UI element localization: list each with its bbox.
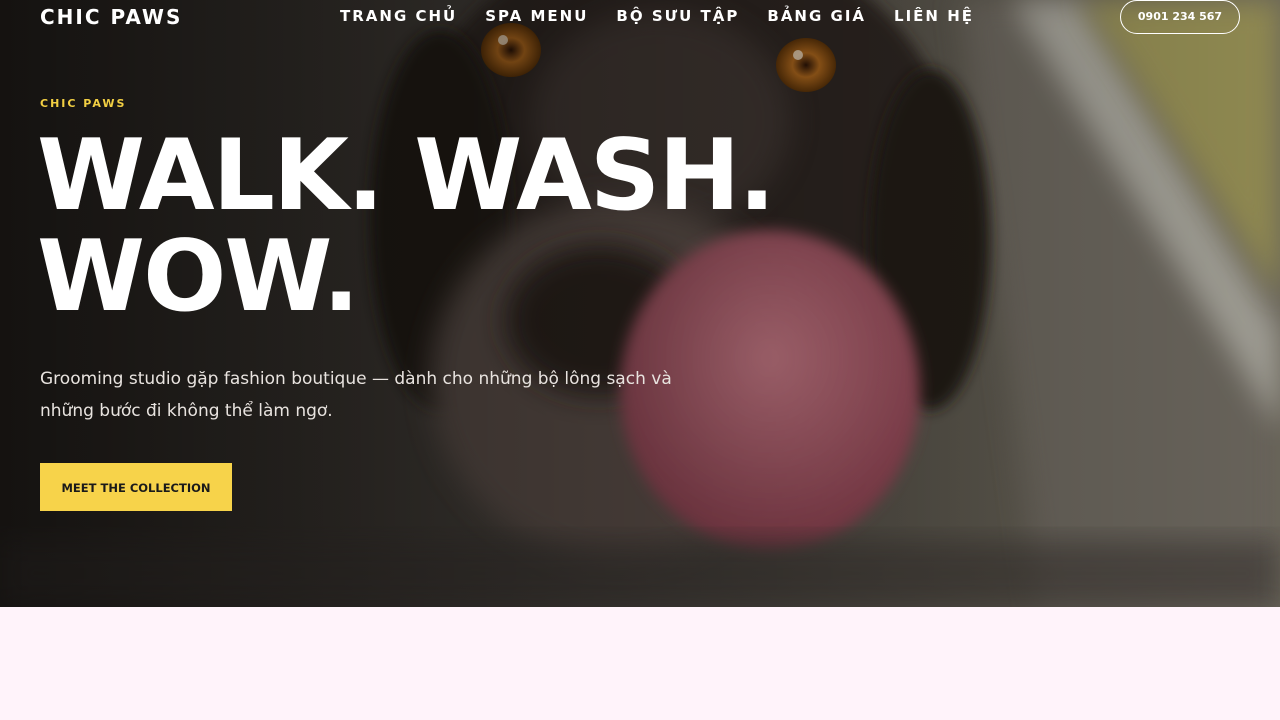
phone-button[interactable]: 0901 234 567	[1120, 0, 1240, 34]
hero-section: CHIC PAWS TRANG CHỦ SPA MENU BỘ SƯU TẬP …	[0, 0, 1280, 607]
nav-item-spa-menu[interactable]: SPA MENU	[485, 6, 588, 26]
nav-item-collection[interactable]: BỘ SƯU TẬP	[616, 6, 739, 26]
meet-collection-button[interactable]: MEET THE COLLECTION	[40, 463, 232, 511]
hero-eyebrow: CHIC PAWS	[40, 97, 127, 110]
headline-line-1: WALK. WASH.	[37, 119, 776, 233]
top-navigation: CHIC PAWS TRANG CHỦ SPA MENU BỘ SƯU TẬP …	[0, 0, 1280, 34]
nav-item-contact[interactable]: LIÊN HỆ	[894, 6, 974, 26]
hero-headline: WALK. WASH. WOW.	[37, 119, 776, 334]
brand-logo[interactable]: CHIC PAWS	[40, 5, 182, 29]
nav-item-home[interactable]: TRANG CHỦ	[340, 6, 457, 26]
nav-item-pricing[interactable]: BẢNG GIÁ	[767, 6, 866, 26]
next-section	[0, 607, 1280, 720]
hero-tagline: Grooming studio gặp fashion boutique — d…	[40, 369, 672, 421]
headline-line-2: WOW.	[37, 220, 360, 334]
main-nav: TRANG CHỦ SPA MENU BỘ SƯU TẬP BẢNG GIÁ L…	[340, 6, 974, 26]
